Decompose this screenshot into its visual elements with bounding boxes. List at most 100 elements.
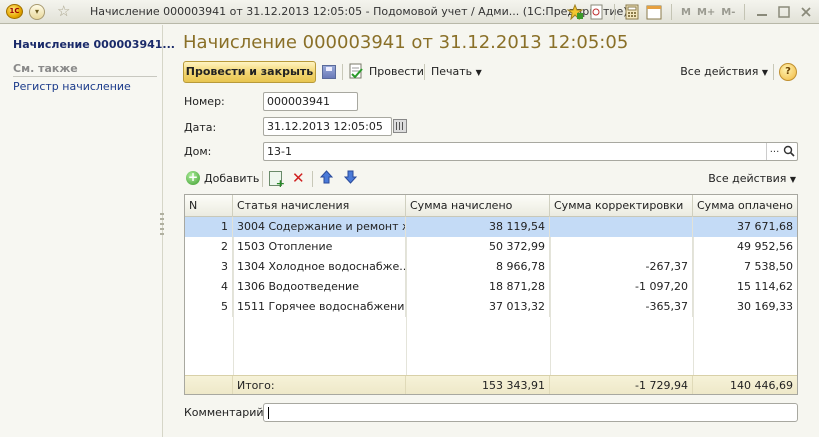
cell-item: 3004 Содержание и ремонт ж... (233, 217, 406, 237)
house-label: Дом: (184, 145, 212, 158)
cell-item: 1503 Отопление (233, 237, 406, 257)
post-document-icon[interactable] (349, 63, 363, 79)
house-search-icon[interactable] (782, 143, 796, 160)
cell-item: 1511 Горячее водоснабжение (233, 297, 406, 317)
print-label: Печать (431, 65, 473, 78)
cell-correction: -267,37 (550, 257, 693, 277)
all-actions-menu[interactable]: Все действия ▼ (680, 65, 768, 78)
window-titlebar: 1С ▾ ☆ Начисление 000003941 от 31.12.201… (0, 0, 819, 24)
toolbar-separator (671, 4, 672, 20)
table-all-actions-label: Все действия (708, 172, 787, 185)
memory-plus-button[interactable]: M+ (697, 7, 715, 18)
add-to-favorites-icon[interactable] (566, 3, 584, 21)
move-down-icon[interactable] (343, 170, 358, 188)
toolbar-separator (744, 4, 746, 20)
table-toolbar: + Добавить ✕ Все действия ▼ (184, 169, 798, 190)
toolbar-separator (262, 171, 263, 187)
post-and-close-button[interactable]: Провести и закрыть (183, 61, 316, 83)
footer-accrued-total: 153 343,91 (406, 376, 550, 394)
cell-accrued: 37 013,32 (406, 297, 550, 317)
house-select-button[interactable]: ... (766, 143, 782, 160)
menu-dropdown-icon[interactable]: ▾ (29, 4, 45, 20)
command-bar: Провести и закрыть Провести Печать ▼ Все… (183, 61, 798, 84)
delete-row-icon[interactable]: ✕ (292, 169, 305, 187)
footer-spacer (185, 376, 233, 394)
cell-paid: 37 671,68 (737, 220, 793, 233)
number-label: Номер: (184, 95, 225, 108)
footer-label: Итого: (233, 376, 406, 394)
accruals-table[interactable]: N Статья начисления Сумма начислено Сумм… (184, 194, 798, 395)
footer-correction-total: -1 729,94 (550, 376, 693, 394)
cell-n: 2 (185, 237, 233, 257)
column-header-n[interactable]: N (185, 195, 233, 217)
cell-paid: 15 114,62 (737, 280, 793, 293)
comment-label: Комментарий: (184, 406, 268, 419)
calendar-picker-icon[interactable] (393, 119, 407, 133)
post-button[interactable]: Провести (369, 65, 424, 78)
app-logo-icon[interactable]: 1С (6, 4, 23, 19)
cell-paid: 49 952,56 (737, 240, 793, 253)
help-button[interactable]: ? (779, 63, 797, 81)
cell-item: 1304 Холодное водоснабже... (233, 257, 406, 277)
cell-accrued: 50 372,99 (406, 237, 550, 257)
close-icon[interactable] (798, 4, 814, 20)
window-title: Начисление 000003941 от 31.12.2013 12:05… (90, 5, 628, 18)
link-icon[interactable] (589, 4, 605, 20)
save-icon[interactable] (322, 65, 336, 79)
cell-n: 4 (185, 277, 233, 297)
cell-correction: -1 097,20 (550, 277, 693, 297)
nav-section-title: См. также (13, 62, 157, 77)
nav-current-document[interactable]: Начисление 000003941... (13, 38, 175, 51)
number-field[interactable]: 000003941 (263, 92, 358, 111)
column-header-item[interactable]: Статья начисления (233, 195, 406, 217)
favorite-star-icon[interactable]: ☆ (57, 2, 70, 20)
house-field[interactable]: 13-1 (263, 142, 798, 161)
column-header-accrued[interactable]: Сумма начислено (406, 195, 550, 217)
table-header: N Статья начисления Сумма начислено Сумм… (185, 195, 797, 217)
chevron-down-icon: ▼ (761, 68, 768, 77)
cell-accrued: 18 871,28 (406, 277, 550, 297)
add-icon[interactable]: + (186, 171, 200, 185)
chevron-down-icon: ▼ (789, 175, 796, 184)
footer-paid-total: 140 446,69 (730, 379, 793, 392)
table-row[interactable]: 4 1306 Водоотведение 18 871,28 -1 097,20… (185, 277, 797, 297)
column-header-paid[interactable]: Сумма оплачено (693, 195, 797, 217)
date-label: Дата: (184, 121, 217, 134)
cell-accrued: 8 966,78 (406, 257, 550, 277)
table-row[interactable]: 1 3004 Содержание и ремонт ж... 38 119,5… (185, 217, 797, 237)
minimize-icon[interactable] (754, 4, 770, 20)
table-all-actions-menu[interactable]: Все действия ▼ (708, 172, 796, 185)
titlebar-tools: M M+ M- (566, 3, 814, 21)
move-up-icon[interactable] (319, 170, 334, 188)
house-value: 13-1 (267, 145, 292, 158)
calculator-icon[interactable] (624, 4, 640, 20)
toolbar-separator (773, 64, 774, 80)
restore-icon[interactable] (776, 4, 792, 20)
table-row[interactable]: 5 1511 Горячее водоснабжение 37 013,32 -… (185, 297, 797, 317)
toolbar-separator (614, 4, 615, 20)
print-menu-button[interactable]: Печать ▼ (431, 65, 482, 78)
cell-paid: 7 538,50 (744, 260, 793, 273)
toolbar-separator (424, 64, 425, 80)
toolbar-separator (312, 171, 313, 187)
comment-field[interactable] (263, 403, 798, 422)
panel-resize-handle[interactable] (160, 213, 164, 235)
chevron-down-icon: ▼ (475, 68, 482, 77)
table-row[interactable]: 3 1304 Холодное водоснабже... 8 966,78 -… (185, 257, 797, 277)
toolbar-separator (342, 64, 343, 80)
date-field[interactable]: 31.12.2013 12:05:05 (263, 117, 392, 136)
cell-item: 1306 Водоотведение (233, 277, 406, 297)
cell-accrued: 38 119,54 (406, 217, 550, 237)
text-cursor (268, 407, 269, 419)
column-header-correction[interactable]: Сумма корректировки (550, 195, 693, 217)
all-actions-label: Все действия (680, 65, 759, 78)
page-title: Начисление 000003941 от 31.12.2013 12:05… (183, 32, 629, 53)
copy-row-icon[interactable] (269, 171, 285, 190)
table-row[interactable]: 2 1503 Отопление 50 372,99 49 952,56 (185, 237, 797, 257)
calendar-icon[interactable] (646, 4, 662, 20)
cell-n: 3 (185, 257, 233, 277)
nav-link-register[interactable]: Регистр начисление (13, 80, 131, 93)
memory-m-button[interactable]: M (681, 7, 691, 18)
memory-minus-button[interactable]: M- (721, 7, 735, 18)
add-row-button[interactable]: Добавить (204, 172, 259, 185)
